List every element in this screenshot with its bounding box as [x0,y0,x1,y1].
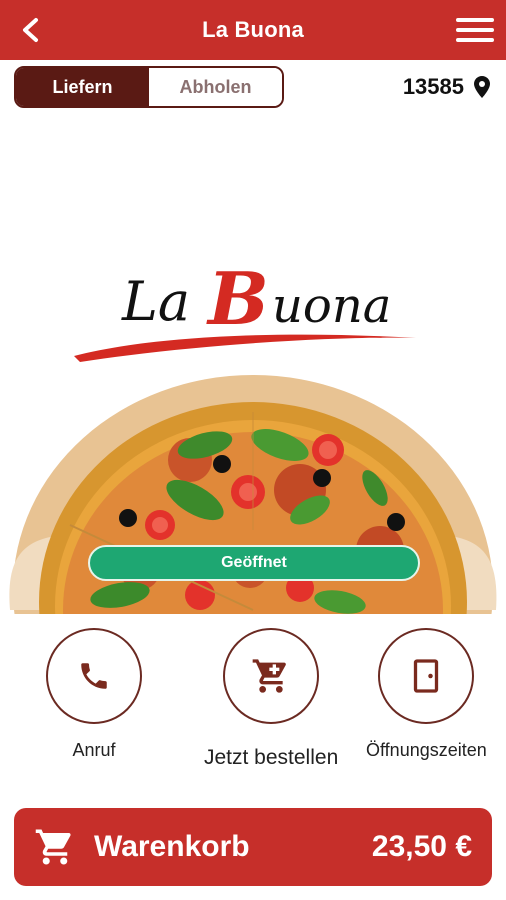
order-now-label: Jetzt bestellen [204,746,339,769]
app-screen: La Buona Liefern Abholen 13585 La B uona [0,0,506,900]
door-icon [414,659,439,693]
tab-abholen[interactable]: Abholen [149,68,282,106]
call-label: Anruf [72,740,116,760]
hamburger-menu-icon-bar [456,28,494,32]
chevron-left-icon [23,18,38,42]
zip-code: 13585 [402,74,464,99]
location-pin-icon [474,76,490,98]
logo-text-la: La [121,270,190,333]
location-selector[interactable]: 13585 [403,72,490,102]
logo-swoosh [74,334,416,362]
call-action[interactable]: Anruf [46,628,142,761]
call-button[interactable] [46,628,142,724]
open-status-badge: Geöffnet [88,545,420,581]
tab-liefern[interactable]: Liefern [16,68,149,106]
menu-button[interactable] [456,14,494,46]
order-mode-toggle: Liefern Abholen [14,66,284,108]
opening-hours-button[interactable] [378,628,475,724]
order-now-action[interactable]: Jetzt bestellen [204,628,338,770]
cart-icon [35,829,71,865]
cart-icon [252,659,286,693]
opening-hours-label: Öffnungszeiten [366,740,487,760]
cart-label: Warenkorb [94,830,250,863]
restaurant-logo: La B uona [60,250,450,370]
cart-total: 23,50 € [371,830,472,863]
logo-text-b: B [206,256,269,341]
app-title: La Buona [202,17,304,42]
logo-text-uona: uona [272,278,391,334]
opening-hours-action[interactable]: Öffnungszeiten [366,628,487,761]
hamburger-menu-icon [456,18,494,22]
cart-bar[interactable]: Warenkorb 23,50 € [14,808,492,886]
phone-icon [81,663,107,689]
top-app-bar: La Buona [0,0,506,60]
order-now-button[interactable] [223,628,320,724]
back-button[interactable] [14,14,46,46]
hamburger-menu-icon-bar [456,38,494,42]
